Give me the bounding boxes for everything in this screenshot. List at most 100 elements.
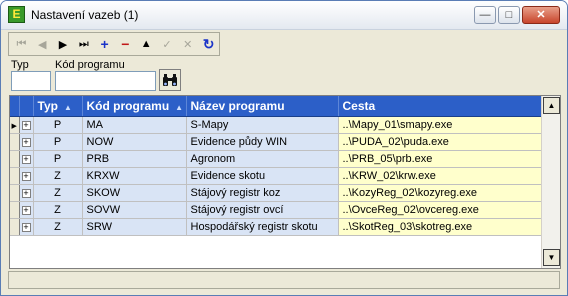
expand-cell[interactable]: + [19, 184, 34, 202]
cell-cesta[interactable]: ..\Mapy_01\smapy.exe [338, 116, 542, 134]
main-window: E Nastavení vazeb (1) — □ ✕ ⏮ ◀ ▶ ⏭ + − ▲ ✓ ✕ ↻ T… [0, 0, 568, 296]
row-indicator[interactable]: ▶ [10, 116, 20, 134]
last-record-icon: ⏭ [78, 37, 89, 50]
current-row-icon: ▶ [11, 122, 17, 130]
cell-typ[interactable]: P [33, 116, 83, 134]
cell-cesta[interactable]: ..\KozyReg_02\kozyreg.exe [338, 184, 542, 202]
indicator-header [10, 96, 20, 117]
delete-record-button[interactable]: − [115, 34, 136, 54]
cell-typ[interactable]: P [33, 150, 83, 168]
refresh-icon: ↻ [202, 35, 215, 52]
expand-icon[interactable]: + [21, 188, 31, 198]
cell-typ[interactable]: Z [33, 201, 83, 219]
title-bar[interactable]: E Nastavení vazeb (1) — □ ✕ [1, 1, 567, 30]
expand-icon[interactable]: + [21, 205, 31, 215]
row-indicator[interactable] [10, 201, 20, 219]
close-button[interactable]: ✕ [522, 6, 560, 24]
grid-table: Typ ▲ Kód programu ▲ Název programu Cesta … [10, 96, 542, 236]
expand-icon[interactable]: + [21, 222, 31, 232]
expand-icon[interactable]: + [21, 171, 31, 181]
row-indicator[interactable] [10, 167, 20, 185]
expand-cell[interactable]: + [19, 150, 34, 168]
column-header-kod[interactable]: Kód programu ▲ [82, 96, 187, 117]
cell-kod[interactable]: SOVW [82, 201, 187, 219]
status-bar [8, 271, 560, 289]
expand-cell[interactable]: + [19, 218, 34, 236]
cell-nazev[interactable]: Agronom [186, 150, 339, 168]
expand-cell[interactable]: + [19, 116, 34, 134]
minimize-button[interactable]: — [474, 6, 496, 24]
edit-record-button[interactable]: ▲ [136, 34, 157, 54]
column-header-label: Typ [37, 98, 58, 113]
scroll-down-button[interactable]: ▼ [543, 249, 560, 266]
cell-nazev[interactable]: Evidence skotu [186, 167, 339, 185]
expand-icon[interactable]: + [21, 137, 31, 147]
expand-cell[interactable]: + [19, 167, 34, 185]
kod-filter-input[interactable] [55, 71, 156, 91]
table-row[interactable]: + P PRB Agronom ..\PRB_05\prb.exe [10, 150, 542, 168]
cell-nazev[interactable]: Stájový registr ovcí [186, 201, 339, 219]
cell-cesta[interactable]: ..\SkotReg_03\skotreg.exe [338, 218, 542, 236]
arrow-up-icon: ▲ [547, 101, 556, 110]
column-header-label: Kód programu [86, 98, 170, 113]
row-indicator[interactable] [10, 218, 20, 236]
typ-filter-label: Typ [11, 59, 29, 71]
cell-kod[interactable]: PRB [82, 150, 187, 168]
scroll-up-button[interactable]: ▲ [543, 97, 560, 114]
post-record-button[interactable]: ✓ [157, 34, 178, 54]
delete-record-icon: − [121, 36, 130, 52]
row-indicator[interactable] [10, 133, 20, 151]
find-button[interactable] [159, 69, 181, 91]
cell-nazev[interactable]: Stájový registr koz [186, 184, 339, 202]
app-icon: E [8, 6, 25, 23]
kod-filter-label: Kód programu [55, 59, 125, 71]
cell-cesta[interactable]: ..\KRW_02\krw.exe [338, 167, 542, 185]
expand-cell[interactable]: + [19, 133, 34, 151]
cell-cesta[interactable]: ..\PRB_05\prb.exe [338, 150, 542, 168]
row-indicator[interactable] [10, 150, 20, 168]
cell-cesta[interactable]: ..\OvceReg_02\ovcereg.exe [338, 201, 542, 219]
next-record-button[interactable]: ▶ [53, 34, 74, 54]
insert-record-button[interactable]: + [94, 34, 115, 54]
maximize-button[interactable]: □ [498, 6, 520, 24]
cell-typ[interactable]: P [33, 133, 83, 151]
table-row[interactable]: + Z SOVW Stájový registr ovcí ..\OvceReg_02\… [10, 201, 542, 219]
table-row[interactable]: + P NOW Evidence půdy WIN ..\PUDA_02\puda.ex… [10, 133, 542, 151]
cell-typ[interactable]: Z [33, 218, 83, 236]
column-header-typ[interactable]: Typ ▲ [33, 96, 83, 117]
column-header-nazev[interactable]: Název programu [186, 96, 339, 117]
table-row[interactable]: + Z SKOW Stájový registr koz ..\KozyReg_02\k… [10, 184, 542, 202]
cancel-record-button[interactable]: ✕ [177, 34, 198, 54]
cell-nazev[interactable]: Evidence půdy WIN [186, 133, 339, 151]
cell-kod[interactable]: MA [82, 116, 187, 134]
prior-record-button[interactable]: ◀ [32, 34, 53, 54]
arrow-down-icon: ▼ [547, 253, 556, 262]
row-indicator[interactable] [10, 184, 20, 202]
vertical-scrollbar[interactable]: ▲ ▼ [541, 96, 560, 268]
first-record-button[interactable]: ⏮ [11, 34, 32, 54]
cell-kod[interactable]: KRXW [82, 167, 187, 185]
cell-kod[interactable]: SRW [82, 218, 187, 236]
cell-kod[interactable]: NOW [82, 133, 187, 151]
column-header-label: Cesta [342, 98, 376, 113]
expand-cell[interactable]: + [19, 201, 34, 219]
typ-filter-input[interactable] [11, 71, 51, 91]
cell-kod[interactable]: SKOW [82, 184, 187, 202]
post-record-icon: ✓ [162, 38, 172, 51]
cell-nazev[interactable]: S-Mapy [186, 116, 339, 134]
cell-typ[interactable]: Z [33, 184, 83, 202]
insert-record-icon: + [100, 36, 109, 52]
refresh-button[interactable]: ↻ [198, 34, 219, 54]
first-record-icon: ⏮ [16, 37, 27, 50]
last-record-button[interactable]: ⏭ [73, 34, 94, 54]
cell-nazev[interactable]: Hospodářský registr skotu [186, 218, 339, 236]
cell-cesta[interactable]: ..\PUDA_02\puda.exe [338, 133, 542, 151]
cell-typ[interactable]: Z [33, 167, 83, 185]
column-header-cesta[interactable]: Cesta [338, 96, 542, 117]
expand-icon[interactable]: + [21, 154, 31, 164]
table-row[interactable]: + Z SRW Hospodářský registr skotu ..\SkotReg… [10, 218, 542, 236]
record-navigator: ⏮ ◀ ▶ ⏭ + − ▲ ✓ ✕ ↻ [8, 32, 220, 56]
expand-icon[interactable]: + [21, 120, 31, 130]
table-row[interactable]: ▶ + P MA S-Mapy ..\Mapy_01\smapy.exe [10, 116, 542, 134]
table-row[interactable]: + Z KRXW Evidence skotu ..\KRW_02\krw.exe [10, 167, 542, 185]
